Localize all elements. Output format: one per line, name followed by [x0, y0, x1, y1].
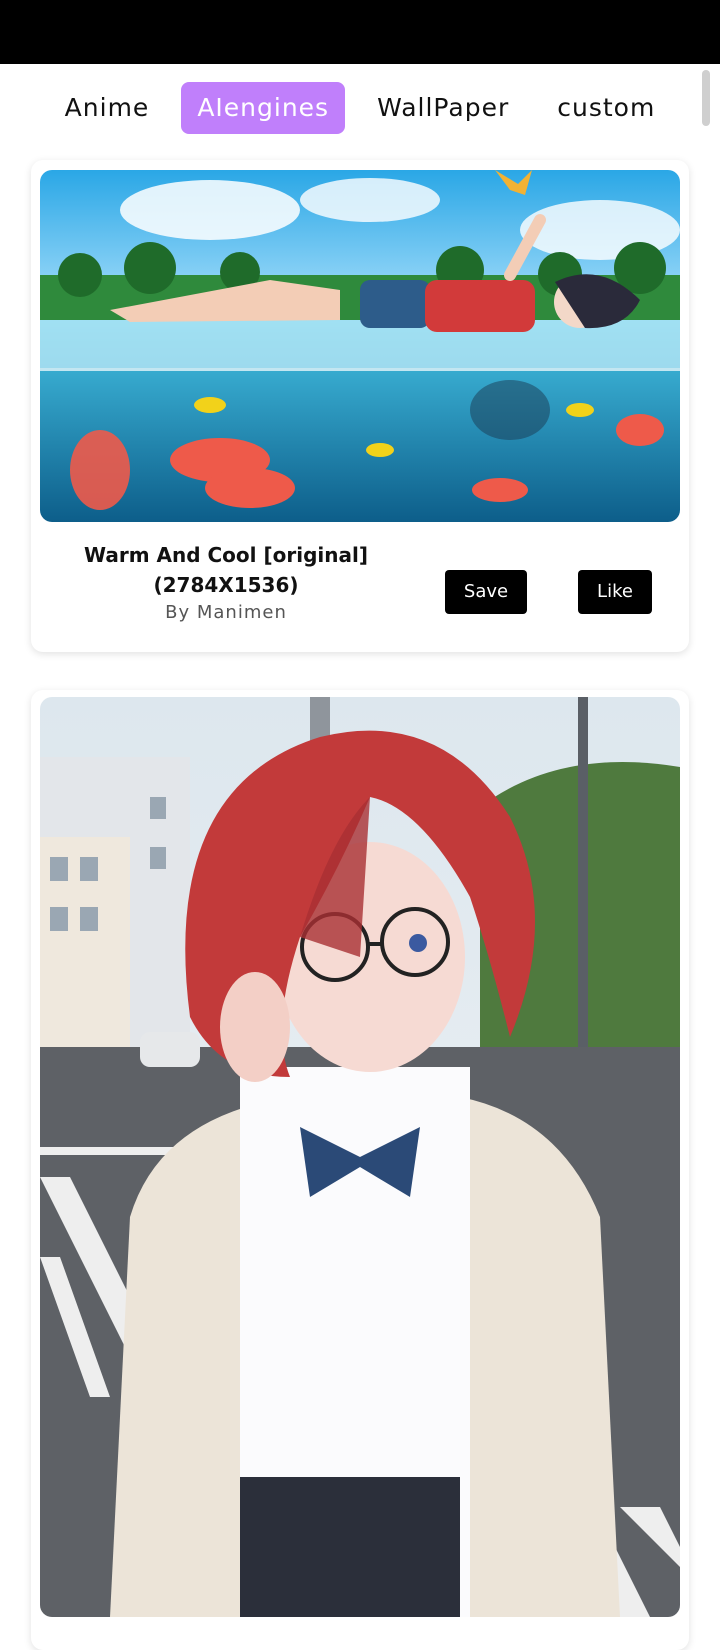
- portrait-illustration: [40, 697, 680, 1617]
- save-button[interactable]: Save: [445, 570, 527, 614]
- wallpaper-author[interactable]: By Manimen: [71, 602, 381, 623]
- wallpaper-card: [31, 690, 689, 1650]
- wallpaper-card: Warm And Cool [original] (2784X1536) By …: [31, 160, 689, 652]
- beach-scene-illustration: [40, 170, 680, 522]
- status-bar: [0, 0, 720, 64]
- tab-aiengines[interactable]: AIengines: [181, 82, 346, 134]
- wallpaper-image[interactable]: [40, 170, 680, 522]
- tab-anime[interactable]: Anime: [49, 82, 166, 134]
- like-button[interactable]: Like: [578, 570, 652, 614]
- tab-custom[interactable]: custom: [541, 82, 671, 134]
- wallpaper-meta: Warm And Cool [original] (2784X1536) By …: [31, 540, 689, 640]
- wallpaper-title: Warm And Cool [original] (2784X1536): [84, 543, 368, 597]
- tab-wallpaper[interactable]: WallPaper: [361, 82, 525, 134]
- category-tabs: Anime AIengines WallPaper custom: [0, 82, 720, 134]
- wallpaper-image[interactable]: [40, 697, 680, 1617]
